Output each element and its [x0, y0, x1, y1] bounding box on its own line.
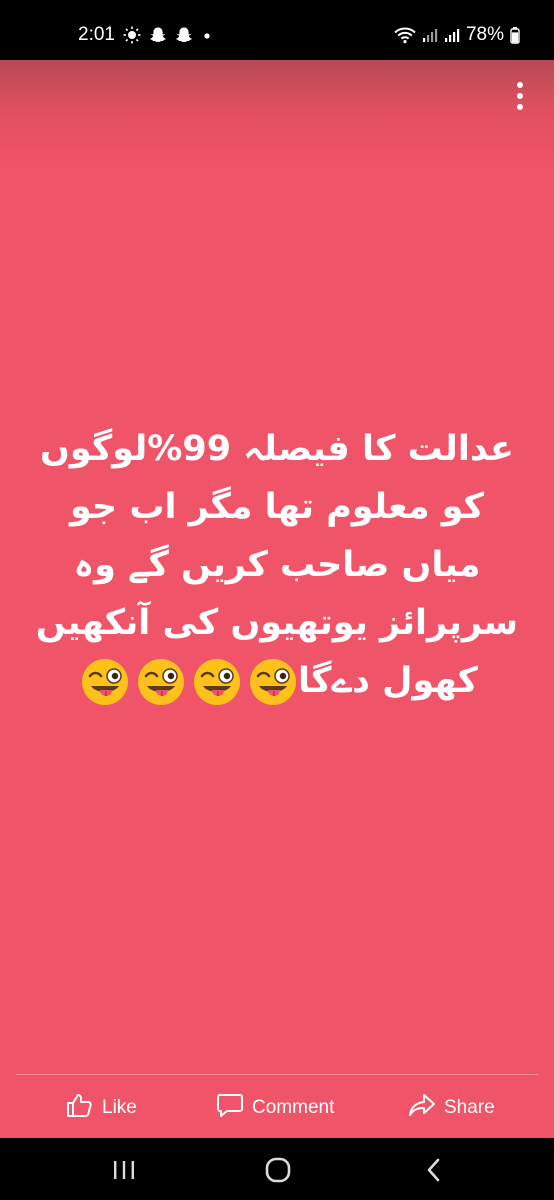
back-icon	[427, 1158, 440, 1182]
winking-tongue-emoji-icon	[138, 659, 185, 705]
thumbs-up-icon	[66, 1092, 94, 1124]
post-line-1: عدالت کا فیصلہ 99%لوگوں	[40, 429, 514, 469]
more-options-icon-dot	[517, 104, 523, 110]
signal-icon	[444, 26, 460, 44]
post-line-3: میاں صاحب کریں گے وہ	[73, 545, 481, 585]
status-time: 2:01	[78, 24, 115, 45]
signal-icon	[422, 26, 438, 44]
battery-text: 78%	[465, 24, 504, 45]
post-text: عدالت کا فیصلہ 99%لوگوں کو معلوم تھا مگر…	[34, 420, 520, 710]
post-area: عدالت کا فیصلہ 99%لوگوں کو معلوم تھا مگر…	[0, 60, 554, 1138]
status-left: 2:01	[78, 24, 213, 46]
weather-icon	[123, 26, 141, 44]
home-icon	[265, 1157, 291, 1183]
dot-icon	[201, 26, 213, 44]
emoji-row	[80, 657, 298, 707]
winking-tongue-emoji-icon	[82, 659, 129, 705]
recent-apps-icon	[114, 1161, 134, 1179]
home-button[interactable]	[258, 1152, 298, 1188]
recent-apps-button[interactable]	[104, 1152, 144, 1188]
battery-icon	[510, 26, 520, 44]
post-line-2: کو معلوم تھا مگر اب جو	[69, 487, 485, 527]
action-divider	[16, 1074, 538, 1075]
navigation-bar	[0, 1138, 554, 1200]
more-options-icon	[517, 82, 523, 88]
snapchat-icon	[175, 26, 193, 44]
comment-icon	[216, 1092, 244, 1124]
post-line-5-wrap: کھول دےگا	[34, 652, 520, 710]
comment-label: Comment	[252, 1097, 335, 1118]
winking-tongue-emoji-icon	[194, 659, 241, 705]
share-label: Share	[444, 1097, 495, 1118]
back-button[interactable]	[414, 1152, 454, 1188]
post-line-4: سرپرائز یوتھیوں کی آنکھیں	[35, 603, 519, 643]
more-options-icon-dot	[517, 93, 523, 99]
like-button[interactable]: Like	[66, 1092, 137, 1124]
post-line-5: کھول دےگا	[298, 661, 478, 701]
more-options-button[interactable]	[508, 78, 532, 114]
action-bar: Like Comment Share	[0, 1078, 554, 1136]
comment-button[interactable]: Comment	[216, 1092, 334, 1124]
snapchat-icon	[149, 26, 167, 44]
winking-tongue-emoji-icon	[250, 659, 297, 705]
wifi-icon	[394, 26, 416, 44]
share-icon	[408, 1092, 436, 1124]
share-button[interactable]: Share	[408, 1092, 495, 1124]
screen: 2:01 78% عدالت کا فیصلہ 99%لوگوں کو معلو…	[0, 0, 554, 1200]
status-right: 78%	[394, 24, 520, 46]
like-label: Like	[102, 1097, 137, 1118]
status-bar: 2:01 78%	[0, 0, 554, 60]
